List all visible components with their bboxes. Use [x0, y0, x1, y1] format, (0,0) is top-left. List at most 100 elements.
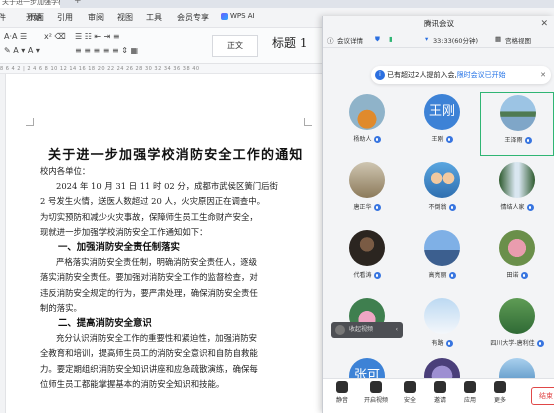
list-icons[interactable]: ☰ ☷ ⇤ ⇥ ≡ [75, 32, 120, 41]
menu-vip[interactable]: 会员专享 [177, 12, 209, 23]
invite-button[interactable]: 邀请 [425, 381, 455, 404]
participant-name: 代看涛 [330, 270, 404, 279]
avatar [500, 95, 536, 131]
new-tab-icon[interactable]: + [74, 0, 82, 6]
more-icon [494, 381, 506, 393]
participant-tile[interactable]: 情结人家 [480, 160, 554, 224]
video-button[interactable]: 开启视频 [361, 381, 391, 404]
participant-tile[interactable]: 王泽雨 [480, 92, 554, 156]
microphone-icon [448, 204, 456, 211]
paragraph-line: 严格落实消防安全责任制，明确消防安全责任人，逐级 [56, 257, 257, 268]
section-heading: 一、加强消防安全责任制落实 [58, 242, 180, 254]
avatar: 王刚 [424, 94, 460, 130]
avatar [499, 162, 535, 198]
avatar [424, 358, 460, 378]
paragraph-line: 2024 年 10 月 31 日 11 时 02 分，成都市武侯区簧门后街 [56, 181, 278, 192]
mute-button[interactable]: 静音 [327, 381, 357, 404]
participant-tile[interactable] [405, 356, 479, 378]
apps-button[interactable]: 应用 [455, 381, 485, 404]
paragraph-line: 现就进一步加强学校消防安全工作通知如下： [40, 226, 208, 237]
title-bar [0, 0, 554, 8]
microphone-icon [445, 340, 453, 347]
menu-page[interactable]: 页面 [28, 12, 44, 23]
participant-tile[interactable]: 唐正华 [330, 160, 404, 224]
menu-view[interactable]: 视图 [117, 12, 133, 23]
meeting-window: 腾讯会议 ✕ ⓘ 会议详情 ⛊ ▮ ▾ 33:33(60分钟) ▦ 宫格视图 i… [322, 16, 554, 413]
participant-tile[interactable]: 有路 [405, 296, 479, 360]
page-corner-mark [26, 118, 34, 126]
microphone-icon [524, 137, 532, 144]
style-normal[interactable]: 正文 [212, 35, 258, 57]
avatar [349, 230, 385, 266]
align-icons[interactable]: ≡ ≡ ≡ ≡ ≡ ⇕ ▦ [75, 46, 138, 55]
participant-name: 唐正华 [330, 202, 404, 211]
menu-file[interactable]: 文件 [0, 12, 6, 23]
participant-tile[interactable]: 代看涛 [330, 228, 404, 292]
menu-review[interactable]: 审阅 [88, 12, 104, 23]
wps-ai-button[interactable]: WPS AI [221, 12, 255, 20]
wps-ai-icon [221, 12, 228, 20]
participant-name: 高亮丽 [405, 270, 479, 279]
chevron-left-icon: ‹ [395, 326, 398, 333]
microphone-icon [520, 272, 528, 279]
participant-tile[interactable]: 田诺 [480, 228, 554, 292]
video-icon [335, 325, 345, 335]
avatar [499, 358, 535, 378]
participant-name: 田诺 [480, 270, 554, 279]
avatar: 张可 [349, 358, 385, 378]
menu-tools[interactable]: 工具 [146, 12, 162, 23]
paragraph-line: 制的落实。 [40, 302, 82, 313]
participant-name: 有路 [405, 338, 479, 347]
participant-name: 情结人家 [480, 202, 554, 211]
paragraph-line: 力。要定期组织消防安全知识讲座和应急疏散演练，确保每 [40, 363, 258, 374]
paragraph-line: 位师生员工都能掌握基本的消防安全知识和技能。 [40, 378, 225, 389]
participant-tile[interactable]: 高亮丽 [405, 228, 479, 292]
participant-tile[interactable]: 不倒翁 [405, 160, 479, 224]
end-meeting-button[interactable]: 结束 [531, 387, 554, 405]
paragraph-line: 全教育和培训，提高师生员工的消防安全意识和自防自救能 [40, 348, 258, 359]
microphone-icon [373, 272, 381, 279]
more-button[interactable]: 更多 [485, 381, 515, 404]
participant-tile[interactable]: 四川大学-唐利佳 [480, 296, 554, 360]
document-title: 关于进一步加强学校消防安全工作的通知 [48, 148, 304, 163]
shield-icon [404, 381, 416, 393]
document-tab[interactable]: 关于进一步加强学校消防安全 [0, 0, 60, 8]
participant-name: 不倒翁 [405, 202, 479, 211]
microphone-icon [373, 136, 381, 143]
participant-tile[interactable]: 王刚 王刚 [405, 92, 479, 156]
participant-tile[interactable]: 张可 [330, 356, 404, 378]
avatar [499, 230, 535, 266]
menu-reference[interactable]: 引用 [57, 12, 73, 23]
microphone-icon [445, 136, 453, 143]
apps-icon [464, 381, 476, 393]
microphone-icon [526, 204, 534, 211]
participant-tile[interactable]: 杨助人 [330, 92, 404, 156]
document-body[interactable]: 校内各单位： 2024 年 10 月 31 日 11 时 02 分，成都市武侯区… [40, 164, 302, 392]
font-style-icons[interactable]: ✎ A ▾ A ▾ [4, 46, 40, 55]
person-add-icon [434, 381, 446, 393]
paragraph-line: 为切实预防和减少火灾事故，保障师生员工生命财产安全， [40, 211, 258, 222]
security-button[interactable]: 安全 [395, 381, 425, 404]
participant-name: 杨助人 [330, 134, 404, 143]
section-heading: 二、提高消防安全意识 [58, 318, 152, 330]
avatar [349, 162, 385, 198]
collapse-video-button[interactable]: 收起视频 ‹ [331, 322, 403, 338]
participant-tile[interactable] [480, 356, 554, 378]
paragraph-line: 2 号发生火情，送医人数超过 20 人，火灾原因正在调查中。 [40, 196, 265, 207]
salutation: 校内各单位： [40, 166, 91, 176]
font-color-icon[interactable]: A·A ☰ [4, 32, 27, 41]
paragraph-line: 违反消防安全规定的行为，要严肃处理，确保消防安全责任 [40, 287, 258, 298]
horizontal-ruler: 8 6 4 2 | 2 4 6 8 10 12 14 16 18 20 22 2… [0, 64, 330, 74]
avatar [424, 230, 460, 266]
microphone-icon [373, 204, 381, 211]
format-icons[interactable]: x² ⌫ [44, 32, 66, 41]
avatar [499, 298, 535, 334]
avatar [424, 298, 460, 334]
page-corner-mark [304, 118, 312, 126]
paragraph-line: 落实消防安全责任。要加强对消防安全工作的监督检查，对 [40, 272, 258, 283]
avatar [349, 94, 385, 130]
microphone-icon [336, 381, 348, 393]
participant-name: 四川大学-唐利佳 [480, 338, 554, 347]
meeting-toolbar: 静音 开启视频 安全 邀请 应用 更多 结束 [323, 378, 554, 413]
style-heading1[interactable]: 标题 1 [272, 34, 307, 51]
